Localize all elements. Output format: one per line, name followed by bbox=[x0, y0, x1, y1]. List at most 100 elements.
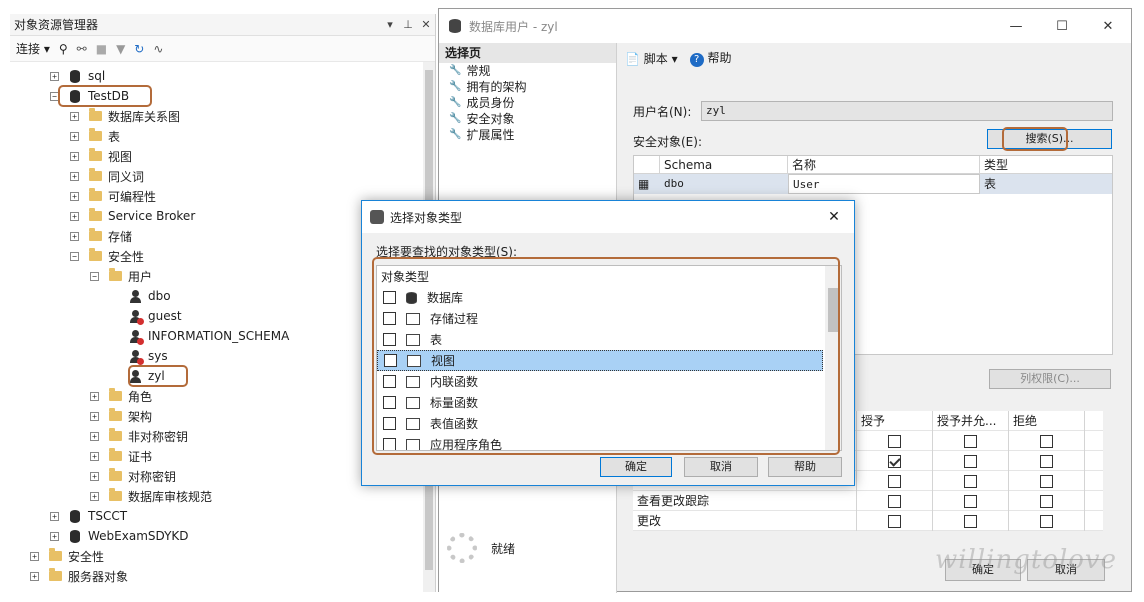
expand-icon[interactable]: + bbox=[90, 411, 99, 421]
tree-node[interactable]: + 安全性 bbox=[30, 546, 104, 566]
tree-node[interactable]: dbo bbox=[110, 286, 171, 306]
expand-icon[interactable]: + bbox=[30, 571, 39, 581]
tree-node[interactable]: − 安全性 bbox=[70, 246, 144, 266]
help-icon: ? bbox=[689, 53, 704, 67]
expand-icon[interactable]: + bbox=[90, 391, 99, 401]
tree-node[interactable]: + 服务器对象 bbox=[30, 566, 128, 586]
grant-checkbox[interactable] bbox=[888, 474, 901, 488]
maximize-icon[interactable]: ☐ bbox=[1039, 19, 1085, 34]
script-button[interactable]: 📄 脚本 ▾ bbox=[625, 50, 678, 67]
with-grant-checkbox[interactable] bbox=[964, 494, 977, 508]
activity-monitor-icon[interactable]: ∿ bbox=[153, 42, 163, 56]
page-item[interactable]: 🔧 扩展属性 bbox=[439, 127, 616, 143]
deny-checkbox[interactable] bbox=[1040, 494, 1053, 508]
permission-name: 查看更改跟踪 bbox=[633, 490, 857, 511]
expand-icon[interactable]: + bbox=[70, 111, 79, 121]
grant-checkbox[interactable] bbox=[888, 514, 901, 528]
tree-node[interactable]: + TSCCT bbox=[50, 506, 127, 526]
username-field[interactable]: zyl bbox=[701, 101, 1113, 121]
tree-node[interactable]: + Service Broker bbox=[70, 206, 195, 226]
stop-icon[interactable]: ■ bbox=[96, 42, 107, 56]
with-grant-checkbox[interactable] bbox=[964, 514, 977, 528]
expand-icon[interactable]: + bbox=[90, 491, 99, 501]
expand-icon[interactable]: + bbox=[70, 151, 79, 161]
col-type[interactable]: 类型 bbox=[980, 156, 1112, 173]
dialog-cancel-button[interactable]: 取消 bbox=[684, 457, 758, 477]
node-highlight-ring bbox=[58, 85, 152, 107]
page-item[interactable]: 🔧 安全对象 bbox=[439, 111, 616, 127]
tree-node[interactable]: + 同义词 bbox=[70, 166, 144, 186]
deny-checkbox[interactable] bbox=[1040, 474, 1053, 488]
expand-icon[interactable]: + bbox=[50, 511, 59, 521]
with-grant-checkbox[interactable] bbox=[964, 474, 977, 488]
with-grant-checkbox[interactable] bbox=[964, 434, 977, 448]
help-button[interactable]: ? 帮助 bbox=[689, 49, 731, 67]
grant-checkbox[interactable] bbox=[888, 434, 901, 448]
page-item[interactable]: 🔧 成员身份 bbox=[439, 95, 616, 111]
tree-node[interactable]: + 证书 bbox=[90, 446, 152, 466]
col-name[interactable]: 名称 bbox=[788, 156, 980, 173]
grant-checkbox[interactable] bbox=[888, 494, 901, 508]
page-item[interactable]: 🔧 常规 bbox=[439, 63, 616, 79]
tree-node-label: sys bbox=[148, 349, 168, 363]
page-item[interactable]: 🔧 拥有的架构 bbox=[439, 79, 616, 95]
tree-node[interactable]: + 角色 bbox=[90, 386, 152, 406]
permission-row[interactable]: 查看更改跟踪 bbox=[633, 490, 1103, 511]
tree-node[interactable]: + 视图 bbox=[70, 146, 132, 166]
connect-plug-icon[interactable]: ⚲ bbox=[59, 42, 68, 56]
expand-icon[interactable]: + bbox=[90, 431, 99, 441]
disconnect-icon[interactable]: ⚯ bbox=[77, 42, 87, 56]
expand-icon[interactable]: + bbox=[70, 191, 79, 201]
tree-node[interactable]: + 架构 bbox=[90, 406, 152, 426]
grant-checkbox[interactable] bbox=[888, 454, 901, 468]
tree-node[interactable]: + 对称密钥 bbox=[90, 466, 176, 486]
expand-icon[interactable]: + bbox=[30, 551, 39, 561]
expand-icon[interactable]: + bbox=[50, 71, 59, 81]
connect-button[interactable]: 连接 ▾ bbox=[16, 40, 50, 57]
tree-node[interactable]: + 非对称密钥 bbox=[90, 426, 188, 446]
folder-icon bbox=[48, 548, 62, 563]
tree-node[interactable]: guest bbox=[110, 306, 182, 326]
dialog-close-icon[interactable]: ✕ bbox=[814, 209, 854, 225]
tree-node[interactable]: − 用户 bbox=[90, 266, 152, 286]
tree-node[interactable]: INFORMATION_SCHEMA bbox=[110, 326, 289, 346]
deny-checkbox[interactable] bbox=[1040, 514, 1053, 528]
tree-node[interactable]: + WebExamSDYKD bbox=[50, 526, 189, 546]
window-close-icon[interactable]: ✕ bbox=[1085, 19, 1131, 34]
tree-node[interactable]: + 可编程性 bbox=[70, 186, 156, 206]
tree-node[interactable]: + 数据库关系图 bbox=[70, 106, 180, 126]
refresh-icon[interactable]: ↻ bbox=[134, 42, 144, 56]
dialog-help-button[interactable]: 帮助 bbox=[768, 457, 842, 477]
with-grant-checkbox[interactable] bbox=[964, 454, 977, 468]
tree-node[interactable]: + 存储 bbox=[70, 226, 132, 246]
permission-row[interactable]: 更改 bbox=[633, 510, 1103, 531]
collapse-icon[interactable]: − bbox=[70, 251, 79, 261]
expand-icon[interactable]: + bbox=[50, 531, 59, 541]
expand-icon[interactable]: + bbox=[90, 471, 99, 481]
expand-icon[interactable]: + bbox=[70, 171, 79, 181]
filter-icon[interactable]: ▼ bbox=[116, 42, 125, 56]
minimize-icon[interactable]: — bbox=[993, 19, 1039, 34]
table-row[interactable]: ▦ dbo User 表 bbox=[634, 174, 1112, 194]
tree-node[interactable]: + sql bbox=[50, 66, 105, 86]
tree-node[interactable]: + 数据库审核规范 bbox=[90, 486, 212, 506]
expand-icon[interactable]: + bbox=[70, 211, 79, 221]
tree-node[interactable]: + 表 bbox=[70, 126, 120, 146]
dialog-ok-button[interactable]: 确定 bbox=[600, 457, 672, 477]
collapse-icon[interactable]: − bbox=[90, 271, 99, 281]
expand-icon[interactable]: + bbox=[70, 131, 79, 141]
deny-checkbox[interactable] bbox=[1040, 434, 1053, 448]
table-icon: ▦ bbox=[638, 177, 650, 191]
progress-spinner-icon bbox=[447, 533, 477, 563]
close-icon[interactable]: ✕ bbox=[417, 18, 435, 31]
dialog-title: 选择对象类型 bbox=[390, 210, 463, 225]
tree-node-label: 架构 bbox=[128, 409, 153, 424]
tree-node[interactable]: sys bbox=[110, 346, 168, 366]
column-permissions-button[interactable]: 列权限(C)... bbox=[989, 369, 1111, 389]
pin-icon[interactable]: ⊥ bbox=[399, 18, 417, 31]
dropdown-icon[interactable]: ▾ bbox=[381, 18, 399, 31]
col-schema[interactable]: Schema bbox=[660, 156, 788, 173]
deny-checkbox[interactable] bbox=[1040, 454, 1053, 468]
expand-icon[interactable]: + bbox=[70, 231, 79, 241]
expand-icon[interactable]: + bbox=[90, 451, 99, 461]
